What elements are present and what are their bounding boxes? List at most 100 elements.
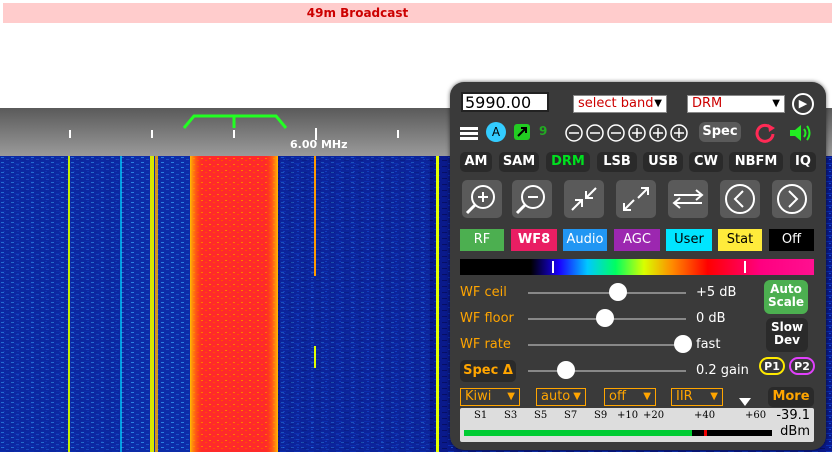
zoom-buttons-row [564,123,690,147]
prev-button[interactable] [720,180,760,218]
tab-user[interactable]: User [666,229,712,251]
wf-rate-slider-knob[interactable] [673,335,692,353]
play-button[interactable]: ▶ [792,93,814,115]
s-meter-label: S9 [594,410,608,421]
s-meter-bar [464,430,772,436]
tab-agc[interactable]: AGC [614,229,660,251]
spec-delta-button[interactable]: Spec Δ [460,360,516,382]
swap-button[interactable] [668,180,708,218]
next-button[interactable] [772,180,812,218]
magnifier-plus-icon [465,185,495,215]
off-select-value: off [609,389,626,404]
reload-icon[interactable] [754,122,776,148]
mode-button-sam[interactable]: SAM [499,152,539,172]
kiwi-select[interactable]: Kiwi ▼ [460,388,520,406]
band-select-value: select band [578,96,654,111]
iir-select-value: IIR [676,389,693,404]
spec-button[interactable]: Spec [699,122,741,142]
speaker-icon[interactable] [788,122,814,148]
preset-p2-button[interactable]: P2 [789,357,815,375]
mode-select-value: DRM [692,96,723,111]
mode-button-lsb[interactable]: LSB [597,152,637,172]
zoom-in-max-icon [670,124,688,142]
scale-tick [151,130,153,138]
tab-stat[interactable]: Stat [718,229,762,251]
mode-button-nbfm[interactable]: NBFM [729,152,783,172]
s-meter-label: S5 [534,410,548,421]
off-select[interactable]: off ▼ [604,388,656,406]
menu-icon[interactable] [460,126,478,145]
chevron-down-icon: ▼ [654,98,662,109]
frequency-input[interactable]: 5990.00 [461,92,549,112]
s-meter-label: +10 [617,410,639,421]
wf-rate-label: WF rate [460,337,511,352]
s-meter-label: S3 [504,410,518,421]
chevron-down-icon: ▼ [507,391,515,402]
scale-tick [69,130,71,138]
mode-button-iq[interactable]: IQ [790,152,816,172]
band-select[interactable]: select band ▼ [573,95,667,113]
chevron-right-circle-icon [777,184,807,214]
zoom-in-10-icon [649,124,667,142]
external-link-icon[interactable] [514,124,530,140]
slow-dev-button[interactable]: Slow Dev [766,318,808,352]
s-meter-peak-marker [703,430,707,436]
mode-button-usb[interactable]: USB [643,152,683,172]
tab-audio[interactable]: Audio [563,229,607,251]
left-right-arrows-icon [672,189,704,209]
wf-floor-slider-knob[interactable] [596,309,615,327]
compress-arrows-icon [571,187,597,211]
wf-ceil-label: WF ceil [460,285,507,300]
zoom-fit-button[interactable] [564,180,604,218]
mode-select[interactable]: DRM ▼ [687,95,785,113]
s-meter-label: +40 [694,410,716,421]
zoom-in-button[interactable] [462,180,502,218]
auto-select[interactable]: auto ▼ [536,388,586,406]
s-meter-readout: -39.1 dBm [776,408,810,440]
dbm-value: -39.1 [776,408,810,423]
play-icon: ▶ [798,97,808,110]
zoom-out-max-icon [565,124,583,142]
wf-ceil-slider-knob[interactable] [609,283,628,301]
gain-slider-knob[interactable] [556,361,575,379]
passband-indicator-icon[interactable] [182,110,288,130]
wf-ceil-slider[interactable] [528,292,686,294]
slow-dev-label-line2: Dev [774,333,800,347]
zoom-out-button[interactable] [512,180,552,218]
tab-off[interactable]: Off [769,229,814,251]
zoom-out-10-icon [586,124,604,142]
band-title: 49m Broadcast [306,6,409,20]
band-title-bar: 49m Broadcast [3,3,832,23]
more-button[interactable]: More [768,387,814,407]
auto-scale-button[interactable]: Auto Scale [764,280,808,314]
s-meter-fill [464,430,692,436]
colorbar-min-marker [552,261,554,273]
chevron-down-icon: ▼ [573,391,581,402]
zoom-max-button[interactable] [616,180,656,218]
chevron-down-icon: ▼ [643,391,651,402]
magnifier-minus-icon [515,185,545,215]
s-meter-label: +60 [745,410,767,421]
zoom-in-1-icon [628,124,646,142]
chevron-down-icon: ▼ [710,391,718,402]
a-button[interactable]: A [486,122,506,142]
tab-wf8[interactable]: WF8 [511,229,557,251]
kiwi-select-value: Kiwi [465,389,492,404]
control-panel: 5990.00 select band ▼ DRM ▼ ▶ A 9 Spec A… [450,82,826,450]
wf-floor-value: 0 dB [696,311,726,326]
wf-floor-label: WF floor [460,311,514,326]
auto-scale-label-line2: Scale [767,295,805,309]
wf-rate-value: fast [696,337,721,352]
chevron-left-circle-icon [725,184,755,214]
mode-button-am[interactable]: AM [460,152,492,172]
wf-rate-slider[interactable] [528,344,686,346]
mode-button-cw[interactable]: CW [689,152,723,172]
preset-p1-button[interactable]: P1 [759,357,785,375]
tab-rf[interactable]: RF [460,229,504,251]
gain-slider[interactable] [528,370,686,372]
expand-arrows-icon [623,187,649,211]
iir-select[interactable]: IIR ▼ [671,388,723,406]
mode-button-drm[interactable]: DRM [546,152,590,172]
scale-frequency-label: 6.00 MHz [290,138,348,151]
s-meter-label: +20 [643,410,665,421]
